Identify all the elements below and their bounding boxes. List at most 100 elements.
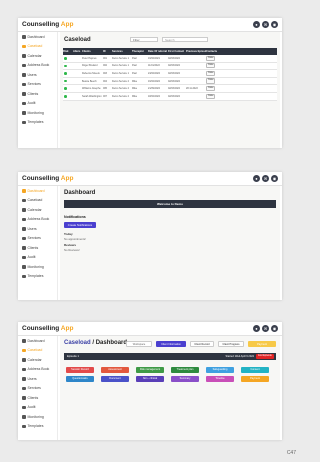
table-row[interactable]: Rebecca Streets 003 Demo Service 1 Paul 24/0… bbox=[63, 70, 277, 78]
case-dashboard-screen: Counselling App ● ✉ ◉ Dashboard Caseload C… bbox=[18, 322, 282, 440]
sidebar-item-templates[interactable]: Templates bbox=[18, 272, 57, 282]
column-header[interactable]: ID bbox=[103, 50, 112, 53]
sidebar-item-label: Calendar bbox=[27, 53, 42, 58]
sidebar-item-services[interactable]: Services bbox=[18, 234, 57, 244]
tab-client-progress[interactable]: Client Progress bbox=[218, 341, 244, 347]
table-row[interactable]: Bessie Beech 004 Demo Service 2 Mike 16/02/2… bbox=[63, 77, 277, 86]
bell-icon[interactable]: ● bbox=[253, 175, 260, 182]
tile-session-record[interactable]: Session Record bbox=[66, 367, 94, 373]
tile-document[interactable]: Document bbox=[101, 376, 129, 382]
search-input[interactable]: Search bbox=[162, 37, 208, 42]
case-button[interactable]: Case bbox=[206, 70, 216, 77]
tile-summary[interactable]: Summary bbox=[171, 376, 199, 382]
users-icon bbox=[22, 377, 26, 381]
tile-assessment[interactable]: Assessment bbox=[101, 367, 129, 373]
table-row[interactable]: Roger Breland 002 Demo Service 1 Paul 11/01/… bbox=[63, 62, 277, 71]
column-header[interactable]: Risk bbox=[63, 50, 73, 53]
sidebar-item-audit[interactable]: Audit bbox=[18, 403, 57, 413]
brand-logo[interactable]: Counselling App bbox=[22, 21, 73, 28]
tile-payment[interactable]: Payment bbox=[241, 376, 269, 382]
sidebar-item-services[interactable]: Services bbox=[18, 384, 57, 394]
cell-service: Demo Service 2 bbox=[112, 79, 130, 83]
user-icon[interactable]: ◉ bbox=[271, 21, 278, 28]
sidebar-item-templates[interactable]: Templates bbox=[18, 118, 57, 128]
sidebar-item-clients[interactable]: Clients bbox=[18, 243, 57, 253]
sidebar-item-calendar[interactable]: Calendar bbox=[18, 51, 57, 61]
tile-timeline[interactable]: Timeline bbox=[206, 376, 234, 382]
create-notifications-button[interactable]: Create Notifications bbox=[64, 222, 96, 228]
tile-questionnaire[interactable]: Questionnaire bbox=[66, 376, 94, 382]
table-row[interactable]: Williams Josephe 005 Demo Service 2 Mike 21/… bbox=[63, 85, 277, 93]
case-button[interactable]: Case bbox=[206, 78, 216, 84]
clients-icon bbox=[22, 246, 26, 250]
tab-client-record[interactable]: Client Record bbox=[190, 341, 214, 347]
tab-workspace[interactable]: Workspace bbox=[126, 341, 152, 347]
sidebar-item-address-book[interactable]: Address Book bbox=[18, 61, 57, 71]
case-button[interactable]: Case bbox=[206, 55, 216, 61]
cell-first-contact: 02/03/2022 bbox=[168, 71, 180, 75]
sidebar-item-users[interactable]: Users bbox=[18, 224, 57, 234]
case-button[interactable]: Case bbox=[206, 86, 216, 92]
sidebar-item-label: Caseload bbox=[27, 44, 43, 49]
brand-logo[interactable]: Counselling App bbox=[22, 325, 73, 332]
sidebar-item-caseload[interactable]: Caseload bbox=[18, 196, 57, 206]
sidebar-item-dashboard[interactable]: Dashboard bbox=[18, 32, 57, 42]
case-button[interactable]: Case bbox=[206, 93, 216, 99]
cell-previous: 28.11.2022 bbox=[186, 87, 198, 91]
column-header[interactable]: Alters bbox=[73, 50, 82, 53]
mail-icon[interactable]: ✉ bbox=[262, 325, 269, 332]
caseload-breadcrumb-link[interactable]: Caseload bbox=[64, 340, 91, 346]
column-header[interactable]: Date Of referral bbox=[148, 50, 168, 53]
filter-select[interactable]: Filter bbox=[130, 37, 158, 42]
sidebar-item-caseload[interactable]: Caseload bbox=[18, 346, 57, 356]
sidebar-item-address-book[interactable]: Address Book bbox=[18, 365, 57, 375]
tile-consent[interactable]: Consent bbox=[241, 367, 269, 373]
tab-client-information[interactable]: Client Information bbox=[156, 341, 186, 347]
sidebar-item-clients[interactable]: Clients bbox=[18, 89, 57, 99]
sidebar-item-label: Monitoring bbox=[27, 414, 44, 419]
user-icon[interactable]: ◉ bbox=[271, 325, 278, 332]
sidebar-item-address-book[interactable]: Address Book bbox=[18, 215, 57, 225]
column-header[interactable]: Services bbox=[112, 50, 132, 53]
sidebar-item-monitoring[interactable]: Monitoring bbox=[18, 412, 57, 422]
sidebar-item-users[interactable]: Users bbox=[18, 70, 57, 80]
brand-name: Counselling bbox=[22, 21, 60, 28]
case-button[interactable]: Case bbox=[206, 63, 216, 69]
column-header[interactable]: First Contact bbox=[168, 50, 186, 53]
bell-icon[interactable]: ● bbox=[253, 21, 260, 28]
sidebar-item-monitoring[interactable]: Monitoring bbox=[18, 108, 57, 118]
cell-service: Demo Service 1 bbox=[112, 56, 130, 60]
sidebar-item-dashboard[interactable]: Dashboard bbox=[18, 186, 57, 196]
sidebar-item-label: Audit bbox=[27, 405, 36, 410]
sidebar-item-services[interactable]: Services bbox=[18, 80, 57, 90]
column-header[interactable]: Previous Episode bbox=[186, 50, 206, 53]
sidebar-item-audit[interactable]: Audit bbox=[18, 253, 57, 263]
sidebar-item-audit[interactable]: Audit bbox=[18, 99, 57, 109]
tile-safeguarding[interactable]: Safeguarding bbox=[206, 367, 234, 373]
sidebar-item-users[interactable]: Users bbox=[18, 374, 57, 384]
sidebar-item-monitoring[interactable]: Monitoring bbox=[18, 262, 57, 272]
sidebar-item-label: Clients bbox=[27, 245, 39, 250]
sidebar-item-caseload[interactable]: Caseload bbox=[18, 42, 57, 52]
cell-referral: 24/02/2022 bbox=[148, 71, 160, 75]
mail-icon[interactable]: ✉ bbox=[262, 21, 269, 28]
column-header[interactable]: Contacts bbox=[206, 50, 277, 53]
mail-icon[interactable]: ✉ bbox=[262, 175, 269, 182]
sidebar-item-templates[interactable]: Templates bbox=[18, 422, 57, 432]
table-row[interactable]: Sarah Washington 007 Demo Service 2 Mike 18/… bbox=[63, 92, 277, 101]
sidebar-item-calendar[interactable]: Calendar bbox=[18, 205, 57, 215]
end-episode-button[interactable]: End Episode bbox=[256, 354, 274, 359]
bell-icon[interactable]: ● bbox=[253, 325, 260, 332]
sidebar-item-calendar[interactable]: Calendar bbox=[18, 355, 57, 365]
column-header[interactable]: Clients bbox=[82, 50, 103, 53]
brand-logo[interactable]: Counselling App bbox=[22, 175, 73, 182]
tile-non-clinical[interactable]: Non - clinical bbox=[136, 376, 164, 382]
table-row[interactable]: Peter Haynes 001 Demo Service 1 Paul 16/02/2… bbox=[63, 55, 277, 63]
sidebar-item-clients[interactable]: Clients bbox=[18, 393, 57, 403]
tile-risk-management[interactable]: Risk management bbox=[136, 367, 164, 373]
user-icon[interactable]: ◉ bbox=[271, 175, 278, 182]
column-header[interactable]: Therapist bbox=[132, 50, 148, 53]
tile-treatment-plan[interactable]: Treatment plan bbox=[171, 367, 199, 373]
sidebar-item-dashboard[interactable]: Dashboard bbox=[18, 336, 57, 346]
tab-payment[interactable]: Payment bbox=[248, 341, 276, 347]
